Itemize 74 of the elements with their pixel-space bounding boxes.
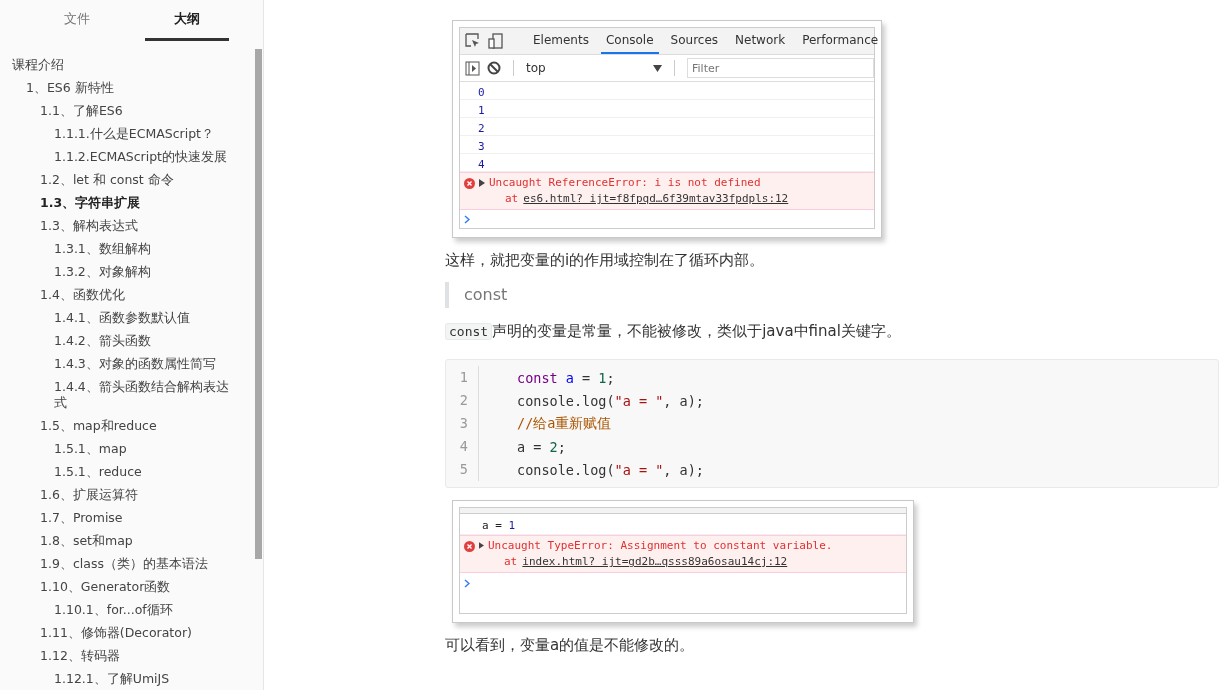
- error-message: Uncaught TypeError: Assignment to constant variable.: [488, 539, 833, 553]
- prompt-icon: [464, 579, 470, 588]
- outline-item[interactable]: 1.9、class（类）的基本语法: [0, 552, 237, 575]
- code-line: console.log("a = ", a);: [516, 392, 704, 409]
- outline-item[interactable]: 1.10、Generator函数: [0, 575, 237, 598]
- scrollbar[interactable]: [255, 49, 262, 559]
- paragraph: 这样，就把变量的i的作用域控制在了循环内部。: [445, 250, 766, 271]
- devtools-tab[interactable]: Sources: [665, 28, 724, 54]
- outline-item[interactable]: 1.11、修饰器(Decorator): [0, 621, 237, 644]
- source-link[interactable]: index.html? ijt=gd2b…qsss89a6osau14cj:12: [522, 555, 788, 568]
- outline-item[interactable]: 1.6、扩展运算符: [0, 483, 237, 506]
- devtools-tab[interactable]: Performance: [797, 28, 884, 54]
- outline-item[interactable]: 1.5、map和reduce: [0, 414, 237, 437]
- outline-item[interactable]: 1.3.2、对象解构: [0, 260, 237, 283]
- error-location-label: at: [505, 192, 519, 205]
- source-link[interactable]: es6.html? ijt=f8fpqd…6f39mtav33fpdpls:12: [523, 192, 789, 205]
- device-icon: [488, 33, 504, 49]
- outline-item[interactable]: 1.7、Promise: [0, 506, 237, 529]
- paragraph: const 声明的变量是常量，不能被修改，类似于java中final关键字。: [445, 318, 1219, 345]
- error-location-label: at: [504, 555, 518, 568]
- outline-item[interactable]: 1.12.1、了解UmiJS: [0, 667, 237, 690]
- outline-item[interactable]: 1.5.1、map: [0, 437, 237, 460]
- blockquote: const: [445, 282, 1219, 308]
- log-value: 4: [478, 158, 485, 171]
- outline-item[interactable]: 1.4、函数优化: [0, 283, 237, 306]
- inspect-icon: [465, 33, 481, 49]
- outline-item[interactable]: 1.12、转码器: [0, 644, 237, 667]
- outline-item[interactable]: 1.4.2、箭头函数: [0, 329, 237, 352]
- outline-item[interactable]: 1.8、set和map: [0, 529, 237, 552]
- log-value: 2: [478, 122, 485, 135]
- error-icon: [464, 178, 475, 189]
- expand-icon[interactable]: [479, 542, 484, 549]
- line-number: 1: [446, 366, 479, 389]
- code-line: a = 2;: [516, 438, 566, 455]
- sidebar-tab[interactable]: 大纲: [145, 0, 229, 41]
- outline-item[interactable]: 1.4.4、箭头函数结合解构表达式: [0, 375, 237, 414]
- outline-item[interactable]: 1.1.1.什么是ECMAScript？: [0, 122, 237, 145]
- clear-icon: [487, 61, 501, 75]
- outline-item[interactable]: 1.4.3、对象的函数属性简写: [0, 352, 237, 375]
- outline-item[interactable]: 1.3、字符串扩展: [0, 191, 237, 214]
- error-icon: [464, 541, 475, 552]
- outline-item[interactable]: 1.2、let 和 const 命令: [0, 168, 237, 191]
- context-select[interactable]: top: [526, 61, 646, 75]
- outline-item[interactable]: 1.5.1、reduce: [0, 460, 237, 483]
- code-line: console.log("a = ", a);: [516, 461, 704, 478]
- code-line: const a = 1;: [516, 369, 615, 386]
- log-value: a = 1: [482, 519, 516, 532]
- outline-item[interactable]: 1.3、解构表达式: [0, 214, 237, 237]
- expand-icon[interactable]: [479, 179, 485, 187]
- outline-item[interactable]: 课程介绍: [0, 53, 237, 76]
- outline-item[interactable]: 1.3.1、数组解构: [0, 237, 237, 260]
- dropdown-icon: [653, 64, 662, 72]
- outline-item[interactable]: 1.4.1、函数参数默认值: [0, 306, 237, 329]
- outline-item[interactable]: 1.1、了解ES6: [0, 99, 237, 122]
- sidebar-tab[interactable]: 文件: [35, 0, 119, 41]
- sidebar-toggle-icon: [465, 60, 480, 76]
- filter-field[interactable]: Filter: [687, 58, 874, 78]
- log-value: 3: [478, 140, 485, 153]
- paragraph: 可以看到，变量a的值是不能修改的。: [445, 635, 696, 656]
- log-value: 1: [478, 104, 485, 117]
- outline-item[interactable]: 1.10.1、for...of循环: [0, 598, 237, 621]
- line-number: 2: [446, 389, 479, 412]
- error-message: Uncaught ReferenceError: i is not defined: [489, 176, 762, 190]
- line-number: 4: [446, 435, 479, 458]
- devtools-tab[interactable]: Elements: [528, 28, 594, 54]
- outline-item[interactable]: 1、ES6 新特性: [0, 76, 237, 99]
- code-line: //给a重新赋值: [516, 414, 612, 433]
- devtools-tab[interactable]: Console: [600, 28, 659, 54]
- line-number: 3: [446, 412, 479, 435]
- log-value: 0: [478, 86, 485, 99]
- line-number: 5: [446, 458, 479, 481]
- outline-item[interactable]: 1.1.2.ECMAScript的快速发展: [0, 145, 237, 168]
- prompt-icon: [464, 214, 470, 224]
- devtools-tab[interactable]: Network: [730, 28, 791, 54]
